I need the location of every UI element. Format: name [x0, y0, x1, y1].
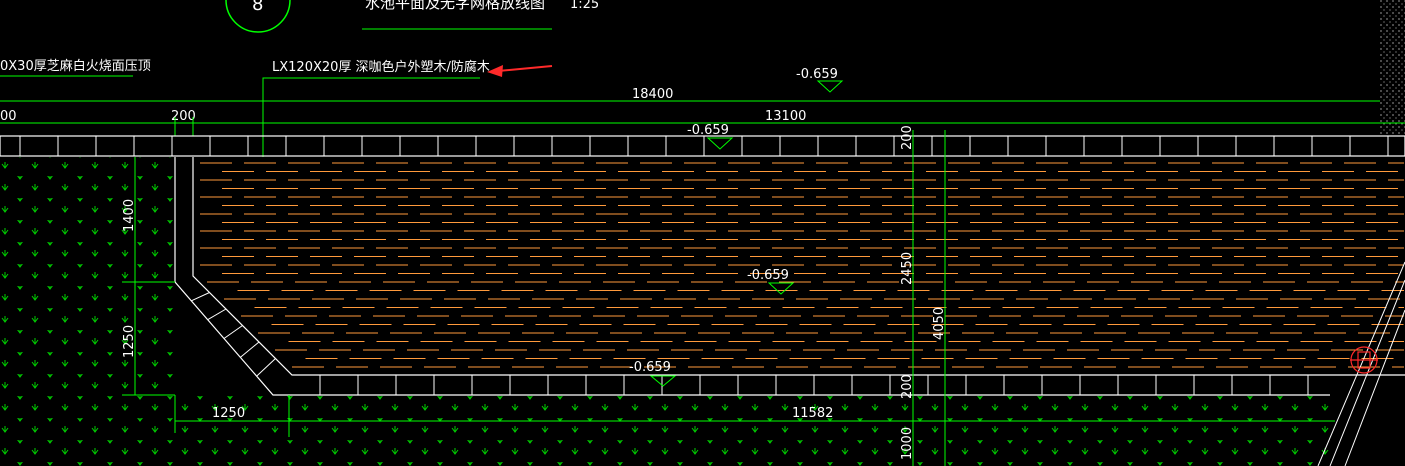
svg-text:-0.659: -0.659	[796, 67, 838, 82]
red-arrow-icon	[487, 65, 553, 77]
deck-material-note: LX120X20厚 深咖色户外塑木/防腐木	[272, 59, 490, 75]
gravel-strip-right	[1380, 0, 1405, 135]
dim-overall-width: 18400	[632, 87, 673, 102]
coping-joint	[207, 308, 227, 321]
svg-text:-0.659: -0.659	[747, 268, 789, 283]
dim-bottom-left: 1250	[212, 406, 245, 421]
drawing-scale: 1:25	[570, 0, 599, 12]
dim-vert-bottom-coping: 200	[900, 374, 915, 399]
svg-text:-0.659: -0.659	[629, 360, 671, 375]
section-marker-number: 8	[252, 0, 263, 15]
coping-joint	[240, 341, 260, 358]
dim-deck-width: 13100	[765, 109, 806, 124]
dim-vert-below: 1000	[900, 427, 915, 460]
cad-drawing-canvas: 8 水池平面及无字网格放线图 1:25 0X30厚芝麻白火烧面压顶 LX120X…	[0, 0, 1405, 466]
coping-joint	[191, 292, 210, 302]
top-coping-joints	[19, 136, 1389, 156]
top-coping-band	[0, 135, 1405, 157]
dim-vert-deck-depth: 2450	[900, 252, 915, 285]
dim-left-upper: 1400	[122, 199, 137, 232]
elevation-marker-bottom: -0.659	[629, 360, 677, 387]
bottom-coping-joints	[319, 375, 1309, 395]
dim-left-stub: 00	[0, 109, 17, 124]
dim-vert-total: 4050	[932, 307, 947, 340]
deck-area	[193, 157, 1405, 375]
coping-joint	[256, 358, 276, 377]
coping-note: 0X30厚芝麻白火烧面压顶	[0, 58, 151, 74]
drawing-title: 水池平面及无字网格放线图	[365, 0, 545, 12]
elevation-marker-top-right: -0.659	[796, 67, 844, 93]
dim-bottom-run: 11582	[792, 406, 833, 421]
dim-vert-top-coping: 200	[900, 125, 915, 150]
dim-left-lower: 1250	[122, 325, 137, 358]
coping-joint	[223, 325, 243, 339]
